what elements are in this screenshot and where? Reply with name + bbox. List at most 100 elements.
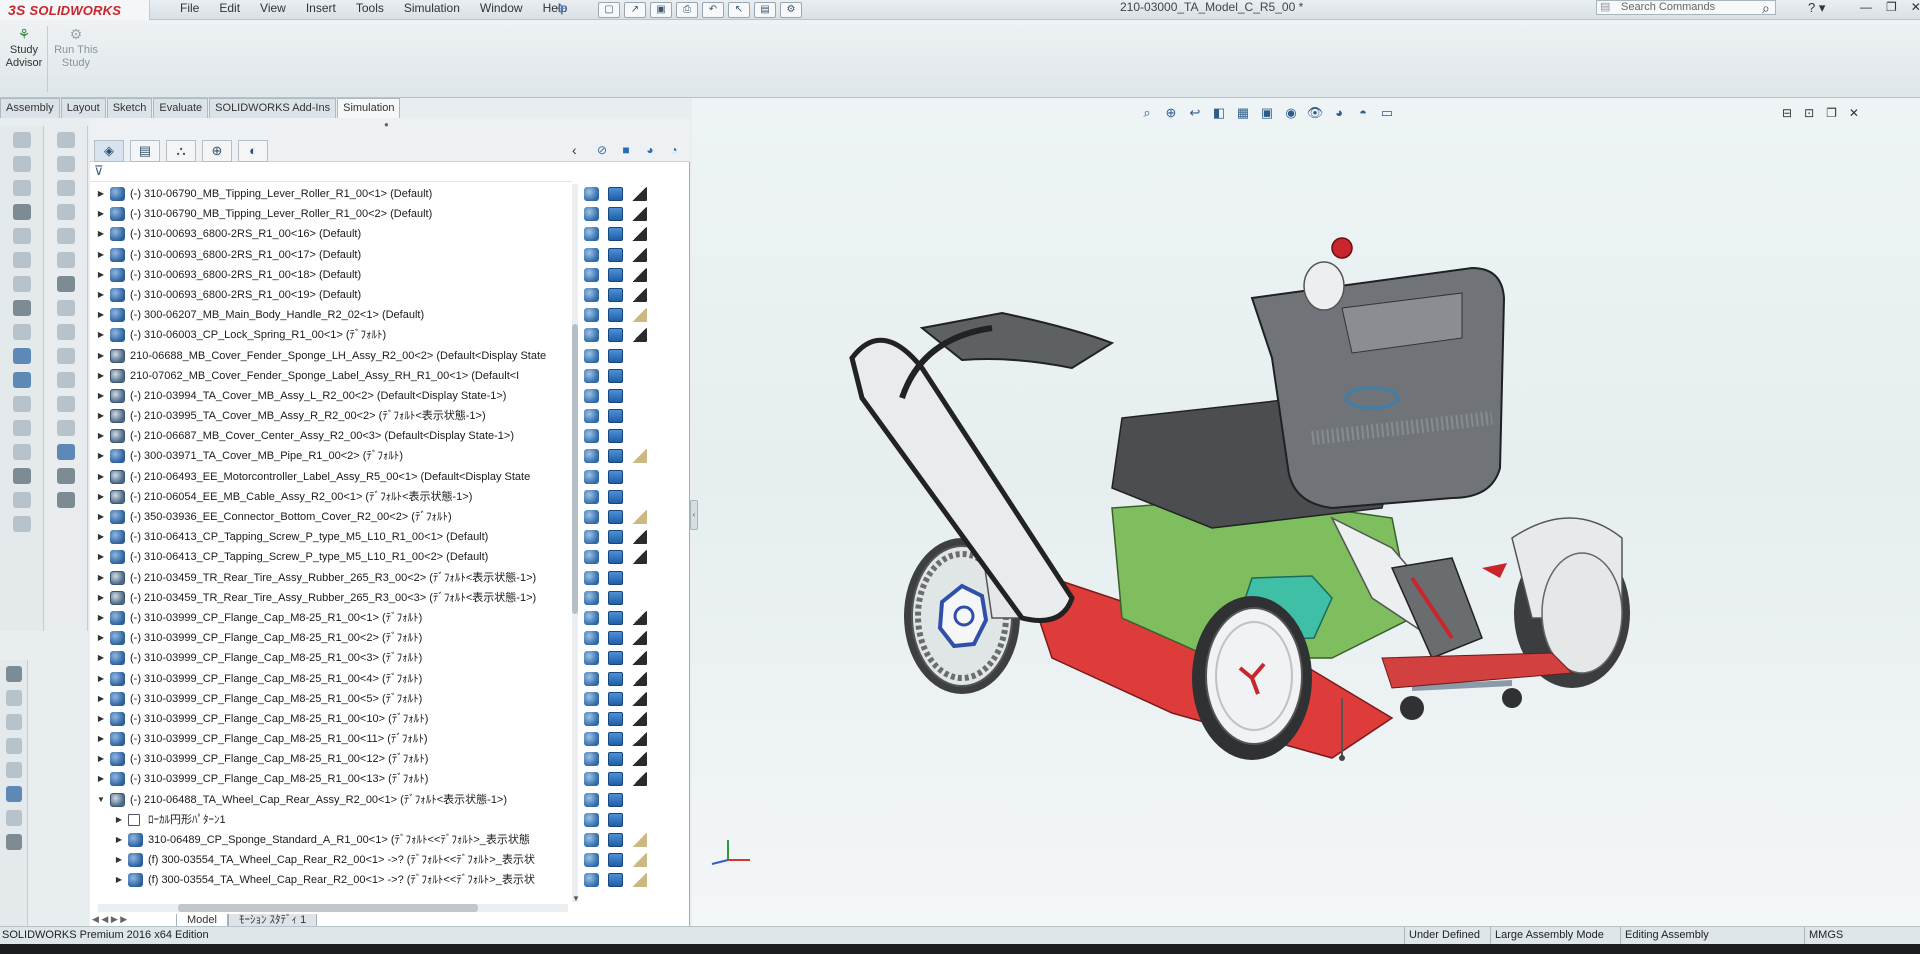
tree-row[interactable]: ▶ (-) 210-06493_EE_Motorcontroller_Label_… [90,467,572,487]
tool-icon[interactable] [5,762,22,778]
appearance-icon[interactable] [632,369,647,383]
appearance-icon[interactable] [632,207,647,222]
display-mode-icon[interactable] [608,651,623,666]
display-mode-icon[interactable] [608,187,623,201]
graphics-area[interactable]: ⌕ ⊕ ↩ ◧ ▦ ▣ ◉ 👁 ◕ ◓ ▭ ⊟ ⊡ ❐ ✕ [692,98,1920,926]
tool-icon[interactable] [56,204,75,220]
wheelchair-model[interactable] [692,98,1920,926]
tree-row[interactable]: ▼ (-) 210-06488_TA_Wheel_Cap_Rear_Assy_R2… [90,790,572,810]
tab-addins[interactable]: SOLIDWORKS Add-Ins [209,98,337,118]
tree-row[interactable]: ▶ (-) 210-06687_MB_Cover_Center_Assy_R2_0… [90,426,572,446]
tool-icon[interactable] [12,276,31,292]
appearance-icon[interactable] [632,449,647,464]
appearance-icon[interactable] [632,389,647,403]
appearance-icon[interactable] [632,752,647,767]
open-icon[interactable]: ↗ [624,2,646,18]
display-mode-icon[interactable] [608,590,623,605]
display-mode-icon[interactable] [608,348,623,363]
tree-row[interactable]: ▶ 210-07062_MB_Cover_Fender_Sponge_Label_… [90,366,572,386]
visibility-icon[interactable] [584,550,599,565]
expand-arrow-icon[interactable]: ▶ [96,366,106,386]
display-mode-icon[interactable] [608,550,623,565]
menu-view[interactable]: View [250,0,296,20]
visibility-icon[interactable] [584,267,599,282]
visibility-icon[interactable] [584,247,599,262]
tree-row[interactable]: ▶ (-) 310-03999_CP_Flange_Cap_M8-25_R1_00… [90,628,572,648]
tool-icon[interactable] [5,834,22,850]
tool-icon[interactable] [56,252,75,268]
expand-arrow-icon[interactable]: ▶ [114,850,124,870]
run-this-study-button[interactable]: ⚙ Run This Study [52,26,100,70]
expand-arrow-icon[interactable]: ▶ [96,628,106,648]
expand-arrow-icon[interactable]: ▶ [96,749,106,769]
panel-grip-icon[interactable]: ● [384,120,389,129]
visibility-icon[interactable] [584,772,599,787]
visibility-icon[interactable] [584,812,599,827]
appearance-icon[interactable] [632,267,647,282]
tree-row[interactable]: ▶ (-) 300-06207_MB_Main_Body_Handle_R2_02… [90,305,572,325]
tree-row[interactable]: ▶ (-) 310-00693_6800-2RS_R1_00<17> (Defau… [90,245,572,265]
status-units[interactable]: MMGS [1804,927,1847,944]
expand-arrow-icon[interactable]: ▶ [96,487,106,507]
visibility-icon[interactable] [584,207,599,222]
expand-arrow-icon[interactable]: ▶ [96,709,106,729]
help-icon[interactable]: ? ▾ [1808,0,1825,16]
expand-arrow-icon[interactable]: ▶ [96,305,106,325]
expand-arrow-icon[interactable]: ▶ [96,588,106,608]
solidworks-logo[interactable]: 3S SOLIDWORKS [0,0,150,20]
display-mode-icon[interactable] [608,409,623,424]
tool-icon[interactable] [56,492,75,508]
appearance-icon[interactable] [632,247,647,262]
tool-icon[interactable] [12,444,31,460]
display-mode-icon[interactable] [608,247,623,262]
dimxpert-tab-icon[interactable]: ⊕ [202,140,232,162]
visibility-icon[interactable] [584,388,599,403]
visibility-icon[interactable] [584,651,599,666]
tool-icon[interactable] [12,228,31,244]
select-icon[interactable]: ↖ [728,2,750,18]
tab-evaluate[interactable]: Evaluate [153,98,209,118]
tool-icon[interactable] [12,492,31,508]
tree-row[interactable]: ▶ (-) 210-06054_EE_MB_Cable_Assy_R2_00<1>… [90,487,572,507]
display-mode-icon[interactable] [608,772,623,787]
menu-insert[interactable]: Insert [296,0,346,20]
appearance-icon[interactable] [632,550,647,565]
tool-icon[interactable] [12,204,31,220]
expand-arrow-icon[interactable]: ▶ [114,830,124,850]
visibility-icon[interactable] [584,328,599,343]
display-mode-icon[interactable] [608,792,623,807]
expand-arrow-icon[interactable]: ▶ [96,325,106,345]
transparency-column-icon[interactable]: ◔ [664,140,684,160]
tool-icon[interactable] [12,372,31,388]
tree-row[interactable]: ▶ 310-06489_CP_Sponge_Standard_A_R1_00<1>… [90,830,572,850]
configuration-manager-tab-icon[interactable]: ⛬ [166,140,196,162]
expand-arrow-icon[interactable]: ▶ [96,527,106,547]
rebuild-icon[interactable]: ▤ [754,2,776,18]
tree-row[interactable]: ▶ (f) 300-03554_TA_Wheel_Cap_Rear_R2_00<1… [90,870,572,890]
appearance-icon[interactable] [632,490,647,504]
visibility-icon[interactable] [584,833,599,847]
appearance-icon[interactable] [632,651,647,666]
display-mode-icon[interactable] [608,207,623,222]
expand-arrow-icon[interactable]: ▶ [96,285,106,305]
display-mode-icon[interactable] [608,631,623,646]
tool-icon[interactable] [5,690,22,706]
appearance-icon[interactable] [632,591,647,605]
display-mode-icon[interactable] [608,853,623,868]
tree-row[interactable]: ▶ (-) 310-03999_CP_Flange_Cap_M8-25_R1_00… [90,608,572,628]
tool-icon[interactable] [12,420,31,436]
display-mode-column-icon[interactable]: ■ [616,140,636,160]
display-mode-icon[interactable] [608,530,623,545]
tool-icon[interactable] [12,324,31,340]
expand-arrow-icon[interactable]: ▶ [96,446,106,466]
tree-row[interactable]: ▶ (-) 310-03999_CP_Flange_Cap_M8-25_R1_00… [90,709,572,729]
tool-icon[interactable] [56,348,75,364]
tab-assembly[interactable]: Assembly [0,98,60,118]
tree-row[interactable]: ▶ (-) 310-03999_CP_Flange_Cap_M8-25_R1_00… [90,769,572,789]
appearance-icon[interactable] [632,833,647,847]
appearance-icon[interactable] [632,409,647,423]
display-mode-icon[interactable] [608,368,623,383]
visibility-icon[interactable] [584,287,599,302]
expand-arrow-icon[interactable]: ▶ [96,669,106,689]
tree-row[interactable]: ▶ (-) 310-00693_6800-2RS_R1_00<19> (Defau… [90,285,572,305]
